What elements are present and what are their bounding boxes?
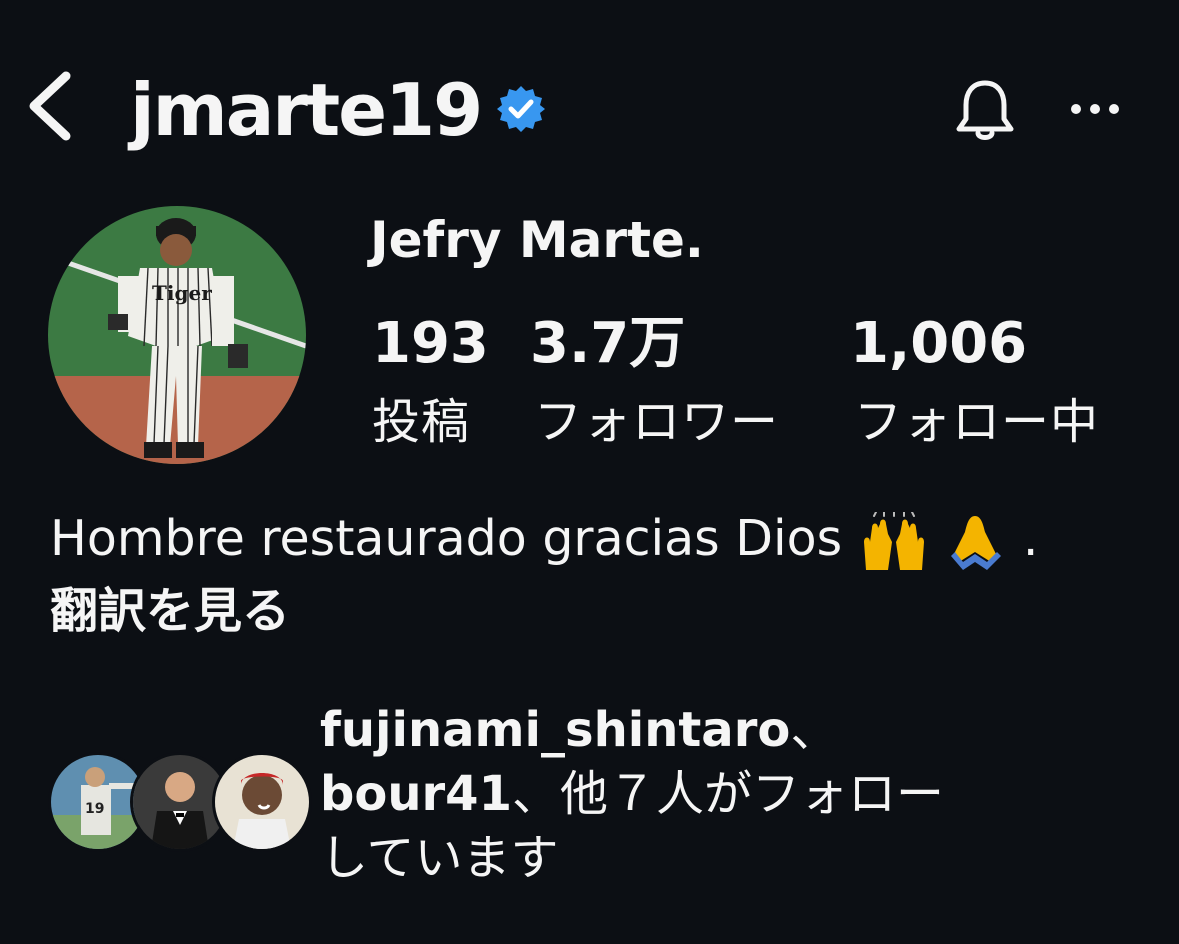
svg-text:19: 19 <box>85 801 104 817</box>
following-count[interactable]: 1,006 <box>850 312 1027 376</box>
following-label[interactable]: フォロー中 <box>854 392 1099 452</box>
see-translation-link[interactable]: 翻訳を見る <box>50 580 290 642</box>
mutual-followers-avatars[interactable]: 19 <box>48 752 312 852</box>
bell-icon[interactable] <box>950 75 1020 145</box>
display-name: Jefry Marte. <box>370 211 704 269</box>
followers-label[interactable]: フォロワー <box>534 392 779 452</box>
verified-badge-icon <box>497 86 545 132</box>
bio-text: Hombre restaurado gracias Dios <box>50 510 843 567</box>
mutual-follower-avatar <box>212 752 312 852</box>
posts-label[interactable]: 投稿 <box>372 392 470 452</box>
mutual-follower-username[interactable]: fujinami_shintaro <box>320 702 790 758</box>
posts-count[interactable]: 193 <box>372 312 489 376</box>
followers-count[interactable]: 3.7万 <box>530 312 685 376</box>
followed-by-text[interactable]: fujinami_shintaro、 bour41、他７人がフォロー しています <box>320 698 1140 890</box>
profile-avatar[interactable]: Tigers <box>48 206 306 464</box>
profile-username: jmarte19 <box>130 68 483 152</box>
bio-end: . <box>1022 510 1039 567</box>
folded-hands-emoji-icon <box>951 515 1002 570</box>
followed-by-suffix: しています <box>320 830 559 886</box>
raising-hands-emoji-icon <box>863 511 924 570</box>
more-horizontal-icon[interactable] <box>1068 96 1122 122</box>
mutual-follower-username[interactable]: bour41 <box>320 766 512 822</box>
profile-bio: Hombre restaurado gracias Dios . <box>50 508 1038 572</box>
chevron-left-icon[interactable] <box>22 62 82 150</box>
followed-by-rest: 、他７人がフォロー <box>511 766 944 822</box>
separator: 、 <box>790 702 839 758</box>
